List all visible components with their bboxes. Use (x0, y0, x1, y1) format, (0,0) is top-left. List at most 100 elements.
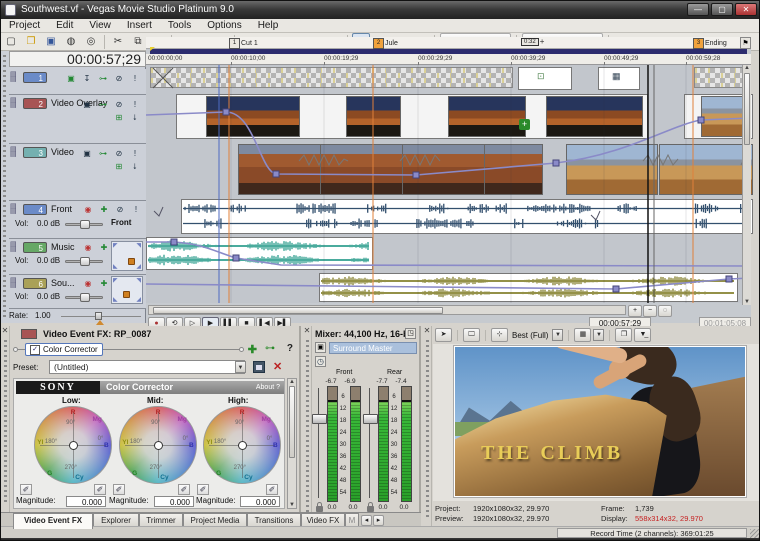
wheel-center-handle[interactable] (69, 441, 78, 450)
tab-scroll-right-icon[interactable]: ▸ (373, 515, 384, 526)
title-bar[interactable]: Southwest.vf - Vegas Movie Studio Platin… (1, 1, 760, 19)
time-ruler[interactable]: 00:00:00;00 00:00:10;00 00:00:19;29 00:0… (146, 54, 751, 65)
menu-tools[interactable]: Tools (160, 20, 199, 31)
rear-fader-track[interactable] (369, 388, 370, 498)
volume-value[interactable]: 0.0 dB (37, 292, 60, 301)
solo-icon[interactable]: ! (129, 203, 143, 216)
plugin-chain-item[interactable]: ✓ Color Corrector (25, 343, 103, 356)
audio-event[interactable] (146, 237, 373, 270)
menu-options[interactable]: Options (199, 20, 249, 31)
clip-thumbnail[interactable] (238, 144, 321, 195)
close-button[interactable]: ✕ (735, 3, 757, 16)
preset-dropdown-icon[interactable]: ▼ (235, 361, 246, 373)
mute-icon[interactable]: ⊘ (112, 72, 126, 85)
mute-icon[interactable]: ⊘ (112, 147, 126, 160)
color-wheel-mid[interactable]: R Mg Yl B G Cy 90° 180° 270° 0° (119, 406, 197, 484)
track-fx-icon[interactable]: ✚ (97, 277, 111, 290)
clip-thumbnail[interactable] (402, 144, 485, 195)
track-lane-video[interactable] (146, 140, 751, 198)
timeline-vscroll-thumb[interactable] (744, 73, 750, 145)
eyedropper-add-icon[interactable]: ✐ (20, 484, 32, 495)
track-name[interactable]: Front (51, 204, 72, 214)
track-minmax-icon[interactable]: ▤▤ (10, 147, 21, 158)
clip-thumbnail[interactable] (206, 96, 300, 137)
clip-thumbnail[interactable] (566, 144, 658, 195)
make-child-icon[interactable]: ⭣ (128, 111, 142, 124)
track-fx-icon[interactable]: ⊶ (96, 72, 110, 85)
track-fx-icon[interactable]: ✚ (97, 203, 111, 216)
clip-thumbnail[interactable] (448, 96, 526, 137)
rate-value[interactable]: 1.00 (35, 311, 51, 320)
marker-cut1[interactable]: 1 Cut 1 (229, 38, 258, 49)
wheel-center-handle[interactable] (154, 441, 163, 450)
volume-slider-handle[interactable] (80, 293, 90, 302)
track-minmax-icon[interactable]: ▤▤ (10, 72, 21, 83)
save-snapshot-icon[interactable]: ▼̲ (634, 328, 651, 342)
fader-db[interactable]: 0.0 (375, 504, 391, 511)
volume-value[interactable]: 0.0 dB (37, 219, 60, 228)
generated-media-event[interactable]: ▦ (598, 67, 640, 90)
zoom-tool-small-icon[interactable]: ◌ (658, 305, 672, 317)
downmix-icon[interactable]: ◷ (315, 356, 326, 367)
clip-thumbnail[interactable] (484, 144, 543, 195)
record-arm-icon[interactable]: ◉ (81, 241, 95, 254)
rate-slider-handle[interactable] (95, 312, 102, 320)
solo-icon[interactable]: ! (128, 72, 142, 85)
track-name[interactable]: Music (51, 242, 75, 252)
track-level-icon[interactable]: ↧ (80, 72, 94, 85)
pan-position-dot[interactable] (128, 258, 135, 265)
track-header-4[interactable]: ▤▤ 4 Front ◉ ✚ ⊘ ! Vol: 0.0 dB Front (9, 201, 146, 239)
eyedropper-subtract-icon[interactable]: ✐ (178, 484, 190, 495)
track-lane-front-audio[interactable] (146, 197, 751, 236)
delete-preset-icon[interactable]: ✕ (273, 360, 282, 373)
panel-grip[interactable] (306, 340, 309, 518)
record-arm-icon[interactable]: ◉ (81, 203, 95, 216)
save-project-icon[interactable]: ▣ (42, 33, 60, 50)
maximize-button[interactable]: ▢ (711, 3, 733, 16)
mute-icon[interactable]: ⊘ (112, 98, 126, 111)
surround-panner[interactable]: ◤◥ ◣◢ (111, 241, 143, 271)
fx-vscrollbar[interactable]: ▲ ▼ (287, 378, 297, 509)
audio-event[interactable] (319, 273, 738, 302)
track-lane-sound-audio[interactable] (146, 271, 751, 303)
timeline[interactable]: 1 Cut 1 2 Jule 0:32 + 3 Ending 00:00:00;… (146, 37, 751, 323)
front-fader-handle[interactable] (312, 414, 327, 424)
volume-slider-handle[interactable] (80, 257, 90, 266)
panel-grip[interactable] (426, 340, 429, 518)
color-wheel-high[interactable]: R Mg Yl B G Cy 90° 180° 270° 0° (203, 406, 281, 484)
properties-icon[interactable]: ◎ (82, 33, 100, 50)
tab-video-event-fx[interactable]: Video Event FX (13, 513, 93, 529)
volume-slider[interactable] (65, 260, 103, 263)
new-project-icon[interactable]: ▢ (2, 33, 20, 50)
about-link[interactable]: About ? (256, 381, 280, 394)
track-fx-icon[interactable]: ✚ (97, 241, 111, 254)
volume-slider[interactable] (65, 296, 103, 299)
track-motion-icon[interactable]: ▣ (80, 98, 94, 111)
preset-combo[interactable]: (Untitled) (49, 360, 245, 374)
mixer-menu-icon[interactable]: ◳ (405, 328, 416, 339)
magnitude-input-low[interactable]: 0.000 (66, 496, 106, 507)
track-lane-music-audio[interactable] (146, 235, 751, 272)
magnitude-input-mid[interactable]: 0.000 (154, 496, 194, 507)
track-fx-icon[interactable]: ⊶ (96, 147, 110, 160)
clip-thumbnail[interactable] (346, 96, 401, 137)
dock-grip[interactable] (3, 55, 6, 317)
wheel-center-handle[interactable] (238, 441, 247, 450)
open-project-icon[interactable]: ❐ (22, 33, 40, 50)
generated-media-event[interactable]: ⊡ (518, 67, 572, 90)
track-header-2[interactable]: ▤▤ 2 Video Overlay ▣ ⊶ ⊘ ! ⊞ ⭣ (9, 95, 146, 144)
scroll-down-icon[interactable]: ▼ (743, 299, 751, 305)
track-lane-title[interactable]: ⊡ ▦ (146, 65, 751, 92)
title-event[interactable] (694, 67, 746, 88)
track-motion-icon[interactable]: ▣ (64, 72, 78, 85)
fader-db[interactable]: 0.0 (324, 504, 340, 511)
menu-help[interactable]: Help (250, 20, 287, 31)
title-event[interactable] (150, 67, 513, 88)
track-header-6[interactable]: ▤▤ 6 Sou... ◉ ✚ ⊘ ! Vol: 0.0 dB ◤◥ ◣◢ (9, 275, 146, 309)
copy-snapshot-icon[interactable]: ❐ (615, 328, 632, 342)
track-minmax-icon[interactable]: ▤▤ (10, 98, 21, 109)
menu-insert[interactable]: Insert (119, 20, 160, 31)
solo-icon[interactable]: ! (128, 147, 142, 160)
menu-project[interactable]: Project (1, 20, 48, 31)
volume-slider[interactable] (65, 223, 103, 226)
